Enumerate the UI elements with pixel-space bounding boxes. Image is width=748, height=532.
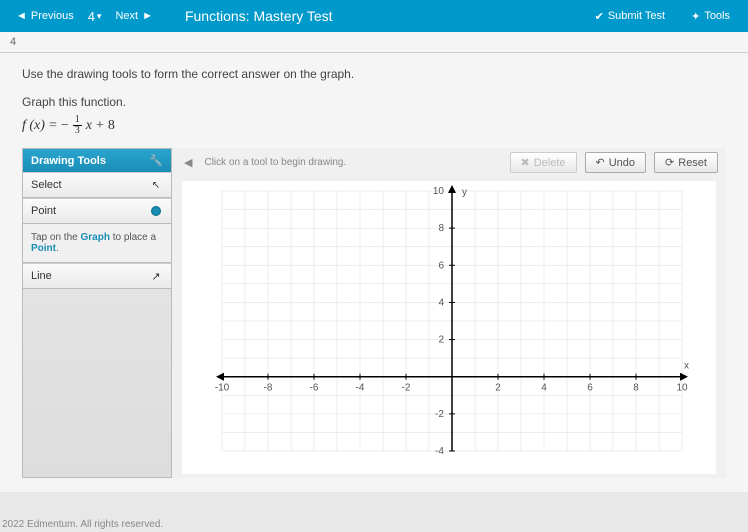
tools-panel-header: Drawing Tools 🔧 [23, 149, 171, 172]
tool-point-label: Point [31, 205, 56, 217]
svg-text:-4: -4 [356, 383, 365, 394]
tools-icon: ✦ [691, 10, 700, 23]
svg-text:2: 2 [495, 383, 501, 394]
delete-icon: ✖ [521, 156, 530, 169]
svg-text:8: 8 [438, 223, 444, 234]
tool-line[interactable]: Line ↗ [23, 263, 171, 289]
collapse-panel-button[interactable]: ◀ [180, 156, 196, 169]
canvas-hint: Click on a tool to begin drawing. [204, 157, 501, 168]
chevron-down-icon: ▾ [97, 11, 102, 22]
prev-button[interactable]: ◄ Previous [8, 6, 82, 26]
svg-text:8: 8 [633, 383, 639, 394]
eq-lhs: f (x) [22, 118, 45, 134]
point-icon [149, 204, 163, 218]
svg-text:-4: -4 [435, 446, 444, 457]
tool-select-label: Select [31, 179, 62, 191]
svg-text:x: x [684, 361, 689, 372]
tool-select[interactable]: Select ↖ [23, 172, 171, 198]
tool-hint: Tap on the Graph to place a Point. [23, 224, 171, 263]
reset-button[interactable]: ⟳ Reset [654, 152, 718, 173]
copyright-footer: 2022 Edmentum. All rights reserved. [2, 519, 163, 530]
svg-text:2: 2 [438, 335, 444, 346]
delete-button: ✖ Delete [510, 152, 577, 173]
eq-var: x [86, 118, 92, 134]
svg-text:6: 6 [587, 383, 593, 394]
svg-text:-10: -10 [215, 383, 230, 394]
submit-label: Submit Test [608, 10, 665, 22]
canvas-area: ◀ Click on a tool to begin drawing. ✖ De… [172, 148, 726, 478]
svg-text:10: 10 [676, 383, 688, 394]
undo-icon: ↶ [596, 156, 605, 169]
svg-text:-8: -8 [264, 383, 273, 394]
svg-text:4: 4 [438, 297, 444, 308]
check-icon: ✔ [595, 10, 604, 23]
cursor-icon: ↖ [149, 178, 163, 192]
svg-text:y: y [462, 187, 467, 198]
tools-label: Tools [704, 10, 730, 22]
delete-label: Delete [534, 157, 566, 169]
hint-graph: Graph [80, 232, 109, 243]
reset-icon: ⟳ [665, 156, 674, 169]
eq-equals: = [49, 118, 57, 134]
line-icon: ↗ [149, 269, 163, 283]
graph-prompt: Graph this function. [22, 95, 726, 109]
hint-part3: . [56, 243, 59, 254]
svg-text:6: 6 [438, 260, 444, 271]
eq-plus: + [96, 118, 104, 134]
drawing-tools-panel: Drawing Tools 🔧 Select ↖ Point Tap on th… [22, 148, 172, 478]
reset-label: Reset [678, 157, 707, 169]
submit-test-button[interactable]: ✔ Submit Test [585, 6, 676, 27]
eq-const: 8 [108, 118, 115, 134]
svg-text:10: 10 [433, 186, 445, 197]
svg-text:-2: -2 [435, 409, 444, 420]
step-number: 4 [10, 36, 16, 48]
eq-denominator: 3 [73, 126, 82, 136]
svg-text:-2: -2 [402, 383, 411, 394]
question-selector[interactable]: 4 ▾ [88, 9, 102, 24]
tools-panel-title: Drawing Tools [31, 155, 106, 167]
step-indicator: 4 [0, 32, 748, 53]
eq-fraction: 1 3 [73, 115, 82, 136]
wrench-icon: 🔧 [149, 154, 163, 167]
undo-label: Undo [609, 157, 635, 169]
equation: f (x) = − 1 3 x + 8 [22, 115, 726, 136]
tool-line-label: Line [31, 270, 52, 282]
chevron-right-icon: ► [142, 10, 153, 22]
undo-button[interactable]: ↶ Undo [585, 152, 647, 173]
current-question: 4 [88, 9, 95, 24]
graph-canvas[interactable]: -10 -8 -6 -4 -2 2 4 6 8 10 -4 -2 2 4 6 8 10 y x [182, 181, 716, 474]
hint-part1: Tap on the [31, 232, 80, 243]
tool-point[interactable]: Point [23, 198, 171, 224]
tools-button[interactable]: ✦ Tools [681, 6, 740, 27]
prev-label: Previous [31, 10, 74, 22]
svg-text:-6: -6 [310, 383, 319, 394]
hint-part2: to place a [110, 232, 156, 243]
chevron-left-icon: ◄ [16, 10, 27, 22]
svg-text:4: 4 [541, 383, 547, 394]
next-label: Next [115, 10, 138, 22]
next-button[interactable]: Next ► [107, 6, 161, 26]
page-title: Functions: Mastery Test [185, 8, 333, 24]
eq-neg: − [61, 118, 69, 134]
coordinate-plane: -10 -8 -6 -4 -2 2 4 6 8 10 -4 -2 2 4 6 8 10 y x [182, 181, 702, 471]
hint-point: Point [31, 243, 56, 254]
instruction-text: Use the drawing tools to form the correc… [22, 67, 726, 81]
